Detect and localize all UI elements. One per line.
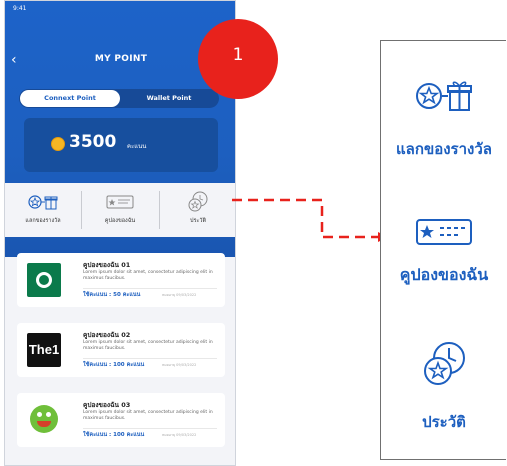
star-gift-icon xyxy=(416,81,472,111)
coupon-description: Lorem ipsum dolor sit amet, consectetur … xyxy=(83,340,213,351)
coupon-icon xyxy=(106,195,134,209)
points-value: 3500 xyxy=(69,132,117,152)
coupon-points: ใช้คะแนน : 100 คะแนน xyxy=(83,431,144,439)
points-unit: คะแนน xyxy=(127,143,147,150)
point-tabs: Connext Point Wallet Point xyxy=(19,89,219,108)
coupon-points-unit: คะแนน xyxy=(126,432,145,438)
coupon-card[interactable]: คูปองของฉัน 01 Lorem ipsum dolor sit ame… xyxy=(17,253,225,307)
coupon-points: ใช้คะแนน : 50 คะแนน xyxy=(83,291,140,299)
coin-icon xyxy=(51,137,65,151)
the1-logo: The1 xyxy=(27,333,61,367)
menu-item-redeem[interactable]: แลกของรางวัล xyxy=(5,183,81,237)
separator xyxy=(83,428,217,429)
panel-label-redeem: แลกของรางวัล xyxy=(396,140,492,158)
zoom-panel: แลกของรางวัล คูปองของฉัน ประวัติ xyxy=(380,40,506,460)
coupon-expiry: หมดอายุ 09/03/2022 xyxy=(162,293,197,297)
coupon-expiry: หมดอายุ 09/03/2022 xyxy=(162,363,197,367)
coupon-title: คูปองของฉัน 01 xyxy=(83,261,131,269)
tab-wallet-point[interactable]: Wallet Point xyxy=(119,89,219,108)
step-number: 1 xyxy=(232,45,244,65)
coupon-points-unit: คะแนน xyxy=(122,292,141,298)
panel-label-my-coupon: คูปองของฉัน xyxy=(399,265,489,284)
coupon-card[interactable]: คูปองของฉัน 03 Lorem ipsum dolor sit ame… xyxy=(17,393,225,447)
connector-arrow xyxy=(232,198,388,242)
coupon-points-value: ใช้คะแนน : 50 xyxy=(83,292,121,298)
coupon-points-unit: คะแนน xyxy=(126,362,145,368)
coupon-points-value: ใช้คะแนน : 100 xyxy=(83,362,125,368)
star-gift-icon xyxy=(28,195,58,210)
status-time: 9:41 xyxy=(13,5,27,12)
star-clock-icon xyxy=(188,191,208,212)
coupon-card[interactable]: The1 คูปองของฉัน 02 Lorem ipsum dolor si… xyxy=(17,323,225,377)
menu-label-history: ประวัติ xyxy=(189,218,207,224)
separator xyxy=(83,358,217,359)
separator xyxy=(83,288,217,289)
panel-label-history: ประวัติ xyxy=(422,413,466,431)
coupon-points-value: ใช้คะแนน : 100 xyxy=(83,432,125,438)
coupon-title: คูปองของฉัน 03 xyxy=(83,401,131,409)
dino-logo xyxy=(27,403,61,437)
coupon-points: ใช้คะแนน : 100 คะแนน xyxy=(83,361,144,369)
coupon-description: Lorem ipsum dolor sit amet, consectetur … xyxy=(83,410,213,421)
coupon-title: คูปองของฉัน 02 xyxy=(83,331,131,339)
menu-row: แลกของรางวัล คูปองของฉัน ประวัติ xyxy=(5,183,235,237)
coupon-expiry: หมดอายุ 09/03/2022 xyxy=(162,433,197,437)
menu-item-my-coupon[interactable]: คูปองของฉัน xyxy=(82,183,158,237)
menu-label-redeem: แลกของรางวัล xyxy=(25,218,61,224)
coupon-icon xyxy=(416,219,472,245)
menu-label-my-coupon: คูปองของฉัน xyxy=(104,218,136,224)
coupon-description: Lorem ipsum dolor sit amet, consectetur … xyxy=(83,270,213,281)
star-clock-icon xyxy=(424,342,465,385)
tab-connext-point[interactable]: Connext Point xyxy=(20,90,120,107)
the1-logo-text: The1 xyxy=(28,342,60,357)
starbucks-logo xyxy=(27,263,61,297)
menu-item-history[interactable]: ประวัติ xyxy=(160,183,235,237)
